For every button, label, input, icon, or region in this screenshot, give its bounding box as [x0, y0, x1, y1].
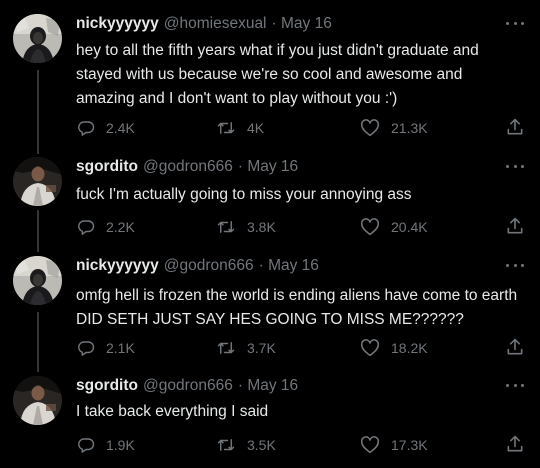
share-icon[interactable]: [505, 434, 525, 454]
like-button[interactable]: 21.3K: [360, 118, 428, 138]
timestamp[interactable]: · May 16: [238, 158, 298, 176]
tweet-text: I take back everything I said: [76, 403, 269, 420]
reply-button[interactable]: 2.1K: [77, 338, 135, 358]
like-count: 20.4K: [391, 219, 428, 235]
heart-icon: [360, 119, 380, 137]
heart-icon: [360, 218, 380, 236]
tweet-header: sgordito @godron666 · May 16: [76, 376, 298, 396]
display-name[interactable]: sgordito: [76, 158, 138, 176]
reply-icon: [78, 438, 95, 453]
heart-icon: [360, 436, 380, 454]
tweet-text: omfg hell is frozen the world is ending …: [76, 287, 518, 328]
reply-button[interactable]: 1.9K: [77, 435, 135, 455]
reply-count: 2.4K: [106, 120, 135, 136]
retweet-icon: [217, 122, 235, 134]
like-button[interactable]: 18.2K: [360, 338, 428, 358]
timestamp[interactable]: · May 16: [272, 15, 332, 33]
reply-button[interactable]: 2.4K: [77, 118, 135, 138]
tweet-header: sgordito @godron666 · May 16: [76, 157, 298, 177]
display-name[interactable]: nickyyyyyy: [76, 257, 159, 275]
handle[interactable]: @godron666: [143, 377, 233, 395]
retweet-icon: [217, 221, 235, 233]
like-count: 17.3K: [391, 437, 428, 453]
thread-line: [37, 70, 39, 154]
reply-icon: [78, 121, 95, 136]
handle[interactable]: @homiesexual: [164, 15, 267, 33]
handle[interactable]: @godron666: [143, 158, 233, 176]
retweet-button[interactable]: 3.7K: [216, 338, 276, 358]
timestamp[interactable]: · May 16: [238, 377, 298, 395]
like-count: 18.2K: [391, 340, 428, 356]
share-icon[interactable]: [505, 117, 525, 137]
reply-icon: [78, 341, 95, 356]
retweet-button[interactable]: 3.5K: [216, 435, 276, 455]
like-button[interactable]: 20.4K: [360, 217, 428, 237]
more-options-icon[interactable]: [506, 18, 524, 28]
tweet-header: nickyyyyyy @homiesexual · May 16: [76, 14, 332, 34]
like-count: 21.3K: [391, 120, 428, 136]
retweet-icon: [217, 342, 235, 354]
handle[interactable]: @godron666: [164, 257, 254, 275]
avatar[interactable]: [13, 14, 62, 63]
heart-icon: [360, 339, 380, 357]
reply-count: 2.2K: [106, 219, 135, 235]
display-name[interactable]: sgordito: [76, 377, 138, 395]
thread-line: [37, 312, 39, 372]
retweet-count: 3.5K: [247, 437, 276, 453]
more-options-icon[interactable]: [506, 161, 524, 171]
like-button[interactable]: 17.3K: [360, 435, 428, 455]
display-name[interactable]: nickyyyyyy: [76, 15, 159, 33]
avatar[interactable]: [13, 256, 62, 305]
reply-icon: [78, 220, 95, 235]
retweet-button[interactable]: 3.8K: [216, 217, 276, 237]
reply-count: 2.1K: [106, 340, 135, 356]
share-icon[interactable]: [505, 337, 525, 357]
retweet-count: 3.8K: [247, 219, 276, 235]
more-options-icon[interactable]: [506, 260, 524, 270]
retweet-count: 3.7K: [247, 340, 276, 356]
reply-button[interactable]: 2.2K: [77, 217, 135, 237]
tweet-text: hey to all the fifth years what if you j…: [76, 42, 479, 107]
more-options-icon[interactable]: [506, 380, 524, 390]
thread-line: [37, 210, 39, 252]
retweet-button[interactable]: 4K: [216, 118, 264, 138]
retweet-count: 4K: [247, 120, 265, 136]
avatar[interactable]: [13, 376, 62, 425]
reply-count: 1.9K: [106, 437, 135, 453]
tweet-header: nickyyyyyy @godron666 · May 16: [76, 256, 319, 276]
avatar[interactable]: [13, 157, 62, 206]
tweet-text: fuck I'm actually going to miss your ann…: [76, 186, 412, 203]
share-icon[interactable]: [505, 216, 525, 236]
timestamp[interactable]: · May 16: [259, 257, 319, 275]
retweet-icon: [217, 439, 235, 451]
